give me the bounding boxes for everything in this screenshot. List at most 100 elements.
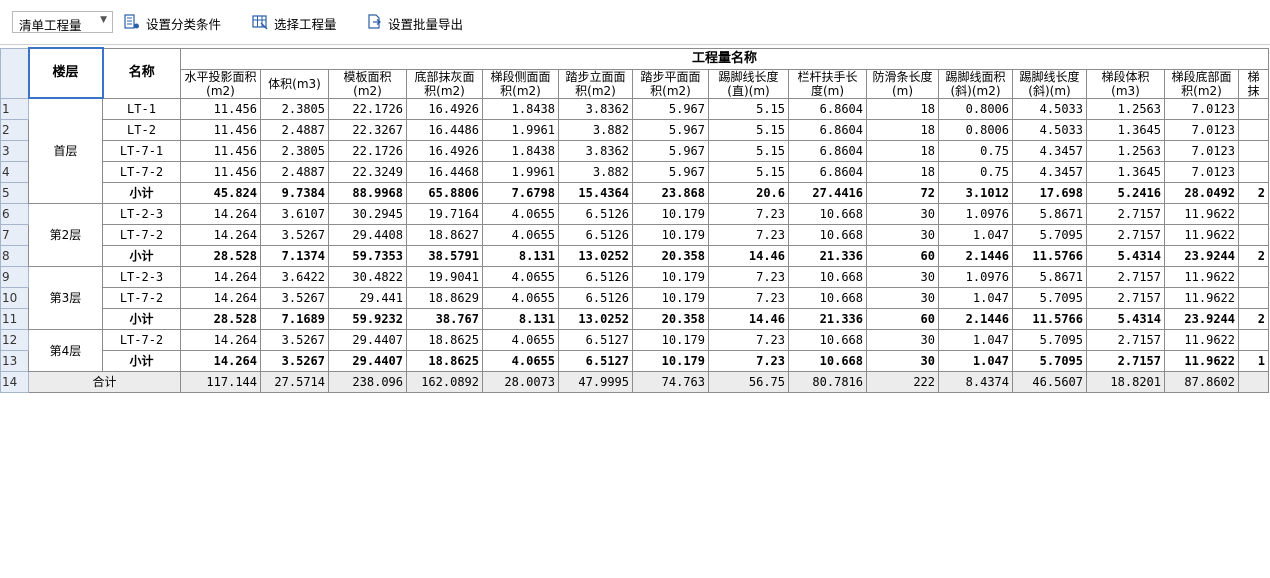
quantity-cell[interactable]: 30 — [866, 202, 939, 225]
quantity-cell[interactable]: 14.264 — [180, 202, 261, 225]
quantity-cell[interactable]: 1.0976 — [938, 265, 1013, 288]
quantity-cell[interactable]: 10.668 — [788, 265, 867, 288]
floor-header[interactable]: 楼层 — [27, 47, 104, 99]
quantity-cell[interactable]: 18.8629 — [406, 286, 483, 309]
table-row[interactable]: 10 LT-7-2 14.264 3.5267 29.441 18.8629 4.0655 6… — [0, 286, 1269, 309]
quantity-cell[interactable]: 30.2945 — [328, 202, 407, 225]
quantity-cell[interactable]: 22.1726 — [328, 97, 407, 120]
quantity-cell[interactable]: 13.0252 — [558, 307, 633, 330]
quantity-cell[interactable]: 28.528 — [180, 307, 261, 330]
row-number[interactable]: 10 — [0, 286, 29, 309]
quantity-cell[interactable]: 6.8604 — [788, 139, 867, 162]
quantity-cell[interactable]: 4.0655 — [482, 223, 559, 246]
quantity-cell[interactable]: 5.7095 — [1012, 328, 1087, 351]
quantity-cell[interactable]: 59.9232 — [328, 307, 407, 330]
quantity-cell[interactable]: 7.1374 — [260, 244, 329, 267]
floor-cell[interactable]: 第4层 — [28, 328, 103, 372]
quantity-cell[interactable] — [1238, 160, 1269, 183]
quantity-cell[interactable]: 7.23 — [708, 223, 789, 246]
quantity-cell[interactable]: 10.179 — [632, 202, 709, 225]
quantity-cell[interactable]: 6.5126 — [558, 265, 633, 288]
row-number[interactable]: 4 — [0, 160, 29, 183]
quantity-cell[interactable]: 3.5267 — [260, 223, 329, 246]
quantity-cell[interactable]: 1.3645 — [1086, 160, 1165, 183]
quantity-cell[interactable]: 11.5766 — [1012, 307, 1087, 330]
quantity-cell[interactable]: 4.0655 — [482, 286, 559, 309]
quantity-cell[interactable]: 7.23 — [708, 328, 789, 351]
row-number[interactable]: 9 — [0, 265, 29, 288]
quantity-cell[interactable]: 10.179 — [632, 286, 709, 309]
component-name-cell[interactable]: LT-7-1 — [102, 139, 181, 162]
floor-cell[interactable]: 首层 — [28, 97, 103, 204]
quantity-cell[interactable]: 5.7095 — [1012, 349, 1087, 372]
quantity-cell[interactable]: 16.4926 — [406, 97, 483, 120]
row-number[interactable]: 3 — [0, 139, 29, 162]
total-cell[interactable]: 117.144 — [180, 370, 261, 393]
column-header-7[interactable]: 踏步平面面积(m2) — [632, 68, 709, 99]
quantity-cell[interactable]: 60 — [866, 244, 939, 267]
quantity-cell[interactable] — [1238, 286, 1269, 309]
quantity-cell[interactable]: 6.8604 — [788, 118, 867, 141]
quantity-cell[interactable]: 3.8362 — [558, 139, 633, 162]
total-cell[interactable]: 18.8201 — [1086, 370, 1165, 393]
quantity-cell[interactable]: 2 — [1238, 181, 1269, 204]
quantity-cell[interactable]: 18.8625 — [406, 349, 483, 372]
quantity-cell[interactable]: 17.698 — [1012, 181, 1087, 204]
quantity-cell[interactable]: 2.7157 — [1086, 223, 1165, 246]
quantity-cell[interactable]: 22.3249 — [328, 160, 407, 183]
quantity-cell[interactable]: 3.8362 — [558, 97, 633, 120]
quantity-cell[interactable]: 5.7095 — [1012, 223, 1087, 246]
row-number[interactable]: 2 — [0, 118, 29, 141]
component-name-cell[interactable]: LT-2-3 — [102, 202, 181, 225]
quantity-cell[interactable]: 60 — [866, 307, 939, 330]
total-cell[interactable]: 46.5607 — [1012, 370, 1087, 393]
quantity-cell[interactable]: 5.967 — [632, 139, 709, 162]
quantity-cell[interactable]: 11.9622 — [1164, 265, 1239, 288]
column-header-1[interactable]: 水平投影面积(m2) — [180, 68, 261, 99]
quantity-cell[interactable]: 23.9244 — [1164, 244, 1239, 267]
row-number[interactable]: 12 — [0, 328, 29, 351]
table-row[interactable]: 11 小计 28.528 7.1689 59.9232 38.767 8.131 13.025… — [0, 307, 1269, 330]
quantity-cell[interactable]: 88.9968 — [328, 181, 407, 204]
quantity-cell[interactable]: 5.8671 — [1012, 202, 1087, 225]
column-header-13[interactable]: 梯段体积(m3) — [1086, 68, 1165, 99]
quantity-cell[interactable]: 1.3645 — [1086, 118, 1165, 141]
total-cell[interactable]: 238.096 — [328, 370, 407, 393]
quantity-cell[interactable]: 3.5267 — [260, 286, 329, 309]
quantity-cell[interactable]: 1.2563 — [1086, 97, 1165, 120]
quantity-cell[interactable]: 4.0655 — [482, 349, 559, 372]
quantity-cell[interactable]: 14.264 — [180, 265, 261, 288]
quantity-cell[interactable]: 14.264 — [180, 328, 261, 351]
quantity-cell[interactable]: 8.131 — [482, 244, 559, 267]
quantity-cell[interactable]: 11.456 — [180, 97, 261, 120]
quantity-cell[interactable]: 22.3267 — [328, 118, 407, 141]
column-header-11[interactable]: 踢脚线面积(斜)(m2) — [938, 68, 1013, 99]
quantity-cell[interactable]: 4.0655 — [482, 202, 559, 225]
table-row[interactable]: 12 第4层 LT-7-2 14.264 3.5267 29.4407 18.8625 4.0… — [0, 328, 1269, 372]
quantity-cell[interactable]: 5.15 — [708, 139, 789, 162]
quantity-cell[interactable]: 16.4468 — [406, 160, 483, 183]
quantity-cell[interactable]: 11.9622 — [1164, 349, 1239, 372]
quantity-cell[interactable]: 7.0123 — [1164, 160, 1239, 183]
quantity-cell[interactable]: 10.668 — [788, 349, 867, 372]
quantity-cell[interactable]: 11.9622 — [1164, 328, 1239, 351]
quantity-cell[interactable]: 5.4314 — [1086, 244, 1165, 267]
quantity-cell[interactable]: 3.6107 — [260, 202, 329, 225]
quantity-cell[interactable]: 5.15 — [708, 97, 789, 120]
quantity-cell[interactable] — [1238, 202, 1269, 225]
quantity-cell[interactable]: 21.336 — [788, 307, 867, 330]
quantity-cell[interactable]: 1.047 — [938, 328, 1013, 351]
quantity-cell[interactable]: 30.4822 — [328, 265, 407, 288]
quantity-cell[interactable]: 2.7157 — [1086, 286, 1165, 309]
quantity-cell[interactable]: 3.882 — [558, 118, 633, 141]
quantity-cell[interactable]: 18 — [866, 160, 939, 183]
quantity-type-select[interactable]: 清单工程量 ▼ — [12, 11, 113, 33]
quantity-cell[interactable]: 0.75 — [938, 139, 1013, 162]
quantity-cell[interactable]: 29.441 — [328, 286, 407, 309]
row-number[interactable]: 11 — [0, 307, 29, 330]
quantity-cell[interactable]: 18 — [866, 139, 939, 162]
row-number[interactable]: 1 — [0, 97, 29, 120]
quantity-cell[interactable] — [1238, 118, 1269, 141]
table-row[interactable]: 2 LT-2 11.456 2.4887 22.3267 16.4486 1.9961 3.8… — [0, 118, 1269, 141]
quantity-cell[interactable]: 11.5766 — [1012, 244, 1087, 267]
